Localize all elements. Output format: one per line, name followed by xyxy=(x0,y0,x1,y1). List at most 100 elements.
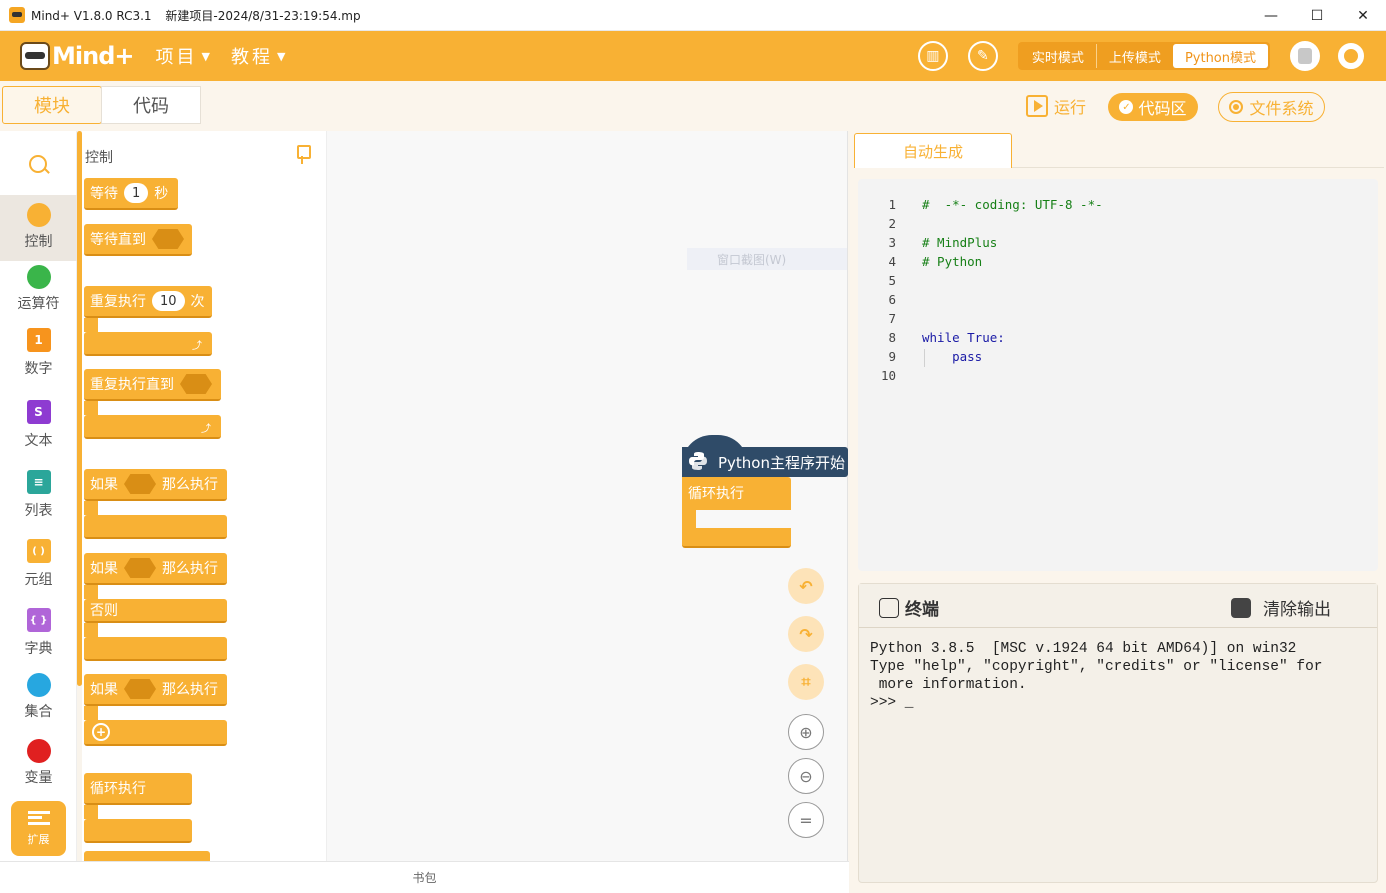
block-text: 如果 xyxy=(90,477,118,493)
c-shape-side xyxy=(84,585,98,599)
block-input[interactable]: 1 xyxy=(124,183,149,203)
text-icon: S xyxy=(26,400,51,424)
loop-arrow-icon: ⤴ xyxy=(192,341,202,352)
clear-output-button[interactable]: 清除输出 xyxy=(1231,595,1331,620)
python-main-block[interactable]: Python主程序开始 xyxy=(682,435,848,477)
redo-button[interactable]: ↷ xyxy=(788,616,824,652)
eraser-icon xyxy=(1231,597,1251,618)
tab-auto-generate[interactable]: 自动生成 xyxy=(854,133,1012,168)
block-wait-until[interactable]: 等待直到 xyxy=(84,224,192,256)
zoom-in-button[interactable]: ⊕ xyxy=(788,714,824,750)
maximize-button[interactable]: ☐ xyxy=(1294,0,1340,31)
play-icon xyxy=(1026,95,1048,117)
block-repeat[interactable]: 重复执行 10 次 xyxy=(84,286,212,318)
backpack-bar[interactable]: 书包 xyxy=(0,861,849,893)
set-icon xyxy=(26,673,51,697)
crop-screenshot-button[interactable]: ⌗ xyxy=(788,664,824,700)
category-set[interactable]: 集合 xyxy=(0,673,77,721)
app-icon xyxy=(9,7,25,23)
radio-icon xyxy=(1229,100,1244,114)
control-dot-icon xyxy=(26,203,51,227)
block-if[interactable]: 如果 那么执行 xyxy=(84,469,227,501)
category-dict[interactable]: { } 字典 xyxy=(0,608,77,658)
block-if-extendable-end: + xyxy=(84,720,227,746)
code-editor[interactable]: 1 # -*- coding: UTF-8 -*- 2 3 # MindPlus… xyxy=(858,179,1378,571)
zoom-reset-button[interactable]: = xyxy=(788,802,824,838)
c-shape-side xyxy=(84,401,98,415)
close-button[interactable]: ✕ xyxy=(1340,0,1386,31)
tab-blocks[interactable]: 模块 xyxy=(2,86,102,124)
sub-toolbar: 模块 代码 运行 ✓ 代码区 文件系统 xyxy=(0,81,1386,131)
clear-output-label: 清除输出 xyxy=(1263,600,1331,620)
device-connect-button[interactable] xyxy=(1290,41,1320,71)
menu-tutorial[interactable]: 教程 ▼ xyxy=(231,43,288,69)
zoom-out-button[interactable]: ⊖ xyxy=(788,758,824,794)
block-repeat-end: ⤴ xyxy=(84,332,212,356)
terminal-output[interactable]: Python 3.8.5 [MSC v.1924 64 bit AMD64)] … xyxy=(870,640,1322,712)
block-bool-slot[interactable] xyxy=(152,229,184,249)
extensions-label: 扩展 xyxy=(27,832,50,846)
category-operators[interactable]: 运算符 xyxy=(0,265,77,313)
block-bool-slot[interactable] xyxy=(124,558,156,578)
c-shape-side xyxy=(84,318,98,332)
category-label: 集合 xyxy=(24,704,53,720)
category-variable[interactable]: 变量 xyxy=(0,739,77,787)
block-bool-slot[interactable] xyxy=(124,679,156,699)
run-button[interactable]: 运行 xyxy=(1026,92,1086,120)
python-logo-icon xyxy=(689,452,707,470)
line-number: 6 xyxy=(888,292,896,307)
c-shape-side xyxy=(84,706,98,720)
code-area-toggle[interactable]: ✓ 代码区 xyxy=(1108,93,1198,121)
category-number[interactable]: 1 数字 xyxy=(0,328,77,378)
category-tuple[interactable]: ( ) 元组 xyxy=(0,539,77,589)
code-line: pass xyxy=(922,349,983,364)
tab-code[interactable]: 代码 xyxy=(101,86,201,124)
block-repeat-until[interactable]: 重复执行直到 xyxy=(84,369,221,401)
undo-button[interactable]: ↶ xyxy=(788,568,824,604)
block-partial[interactable] xyxy=(84,851,210,861)
minimize-button[interactable]: — xyxy=(1248,0,1294,31)
search-icon[interactable] xyxy=(29,155,47,173)
gear-icon[interactable] xyxy=(1338,43,1364,69)
block-if-extendable[interactable]: 如果 那么执行 xyxy=(84,674,227,706)
terminal-prompt[interactable]: >>> _ xyxy=(870,694,1322,712)
tab-divider xyxy=(1012,167,1384,168)
line-number: 9 xyxy=(888,349,896,364)
terminal-title: 终端 xyxy=(879,595,939,620)
ghost-context-menu: 窗口截图(W) xyxy=(687,248,847,270)
loop-block-bottom xyxy=(682,528,791,548)
file-system-button[interactable]: 文件系统 xyxy=(1218,92,1325,122)
menu-project[interactable]: 项目 ▼ xyxy=(155,43,212,69)
block-text: 那么执行 xyxy=(162,682,218,698)
terminal-line: Type "help", "copyright", "credits" or "… xyxy=(870,659,1323,675)
feedback-edit-icon[interactable]: ✎ xyxy=(967,41,998,71)
block-if-else[interactable]: 如果 那么执行 xyxy=(84,553,227,585)
palette-title: 控制 xyxy=(85,150,113,166)
block-bool-slot[interactable] xyxy=(180,374,212,394)
course-icon[interactable]: ▥ xyxy=(917,41,948,71)
extensions-button[interactable]: 扩展 xyxy=(11,801,66,856)
line-number: 1 xyxy=(888,197,896,212)
category-text[interactable]: S 文本 xyxy=(0,400,77,450)
block-bool-slot[interactable] xyxy=(124,474,156,494)
pin-icon[interactable] xyxy=(295,145,311,164)
mode-upload[interactable]: 上传模式 xyxy=(1097,44,1173,68)
block-text: 循环执行 xyxy=(90,781,146,797)
extensions-icon xyxy=(27,810,50,825)
mode-python[interactable]: Python模式 xyxy=(1172,44,1268,68)
category-label: 数字 xyxy=(24,361,53,377)
block-else: 否则 xyxy=(84,599,227,623)
category-list[interactable]: ≡ 列表 xyxy=(0,470,77,520)
tuple-icon: ( ) xyxy=(26,539,51,563)
block-wait[interactable]: 等待 1 秒 xyxy=(84,178,178,210)
block-loop[interactable]: 循环执行 xyxy=(84,773,192,805)
block-input[interactable]: 10 xyxy=(152,291,185,311)
category-control[interactable]: 控制 xyxy=(0,195,77,261)
block-if-else-end xyxy=(84,637,227,661)
workspace-canvas[interactable]: 窗口截图(W) Python主程序开始 循环执行 ↶ ↷ ⌗ ⊕ ⊖ = xyxy=(327,131,848,861)
code-line: # -*- coding: UTF-8 -*- xyxy=(922,197,1103,212)
loop-block[interactable]: 循环执行 xyxy=(682,477,791,510)
list-icon: ≡ xyxy=(26,470,51,494)
mode-realtime[interactable]: 实时模式 xyxy=(1020,44,1097,68)
add-branch-icon[interactable]: + xyxy=(92,723,110,741)
